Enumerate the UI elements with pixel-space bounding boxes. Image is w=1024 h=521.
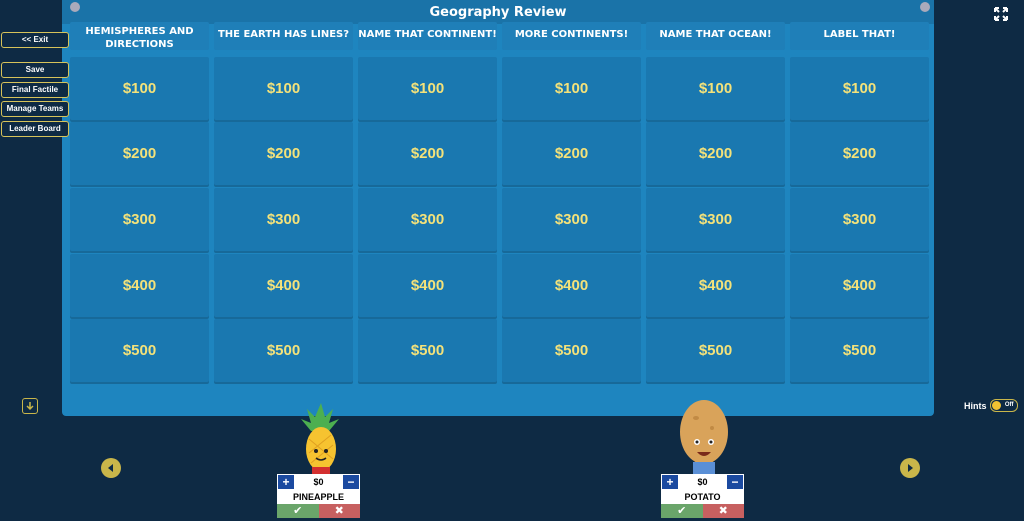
team-score: $0 (678, 475, 727, 489)
correct-check-icon[interactable]: ✔ (277, 504, 319, 518)
potato-avatar (676, 400, 732, 476)
incorrect-x-icon[interactable]: ✖ (318, 504, 360, 518)
scroll-down-icon[interactable] (22, 398, 38, 414)
question-tile[interactable]: $200 (646, 122, 785, 185)
question-tile[interactable]: $300 (214, 188, 353, 251)
correct-check-icon[interactable]: ✔ (661, 504, 703, 518)
add-points-button[interactable]: + (662, 475, 678, 489)
question-tile[interactable]: $300 (790, 188, 929, 251)
hints-toggle[interactable]: Off (989, 399, 1018, 412)
question-tile[interactable]: $500 (502, 319, 641, 382)
question-tile[interactable]: $200 (502, 122, 641, 185)
question-tile[interactable]: $400 (646, 254, 785, 317)
question-tile[interactable]: $400 (358, 254, 497, 317)
category-header: MORE CONTINENTS! (502, 22, 641, 50)
category-header: HEMISPHERES AND DIRECTIONS (70, 22, 209, 50)
question-tile[interactable]: $300 (70, 188, 209, 251)
question-tile[interactable]: $200 (214, 122, 353, 185)
category-header: NAME THAT CONTINENT! (358, 22, 497, 50)
incorrect-x-icon[interactable]: ✖ (702, 504, 744, 518)
question-tile[interactable]: $500 (70, 319, 209, 382)
add-points-button[interactable]: + (278, 475, 294, 489)
pin-icon (920, 2, 930, 12)
leader-board-button[interactable]: Leader Board (1, 121, 69, 137)
subtract-points-button[interactable]: − (727, 475, 743, 489)
game-title: Geography Review (62, 0, 934, 24)
question-tile[interactable]: $400 (502, 254, 641, 317)
hints-state: Off (1004, 402, 1014, 408)
manage-teams-button[interactable]: Manage Teams (1, 101, 69, 117)
fullscreen-icon[interactable] (994, 7, 1008, 21)
save-button[interactable]: Save (1, 62, 69, 78)
team-name: PINEAPPLE (277, 490, 360, 504)
arrow-right-icon (908, 464, 913, 472)
question-tile[interactable]: $200 (790, 122, 929, 185)
question-tile[interactable]: $100 (70, 57, 209, 120)
question-tile[interactable]: $100 (358, 57, 497, 120)
question-tile[interactable]: $300 (646, 188, 785, 251)
question-tile[interactable]: $500 (358, 319, 497, 382)
team-card-pineapple: + $0 − PINEAPPLE ✔ ✖ (277, 474, 360, 518)
question-tile[interactable]: $100 (214, 57, 353, 120)
exit-button[interactable]: << Exit (1, 32, 69, 48)
team-name: POTATO (661, 490, 744, 504)
next-team-button[interactable] (900, 458, 920, 478)
arrow-left-icon (108, 464, 113, 472)
hints-label: Hints (964, 400, 987, 411)
toggle-knob (991, 401, 1001, 410)
subtract-points-button[interactable]: − (343, 475, 359, 489)
question-tile[interactable]: $400 (790, 254, 929, 317)
prev-team-button[interactable] (101, 458, 121, 478)
question-tile[interactable]: $500 (214, 319, 353, 382)
question-tile[interactable]: $400 (214, 254, 353, 317)
question-tile[interactable]: $100 (790, 57, 929, 120)
category-header: THE EARTH HAS LINES? (214, 22, 353, 50)
question-tile[interactable]: $200 (70, 122, 209, 185)
category-header: LABEL THAT! (790, 22, 929, 50)
pineapple-avatar (297, 403, 345, 475)
team-card-potato: + $0 − POTATO ✔ ✖ (661, 474, 744, 518)
pin-icon (70, 2, 80, 12)
category-header: NAME THAT OCEAN! (646, 22, 785, 50)
question-tile[interactable]: $300 (502, 188, 641, 251)
hints-control: Hints Off (964, 399, 1018, 412)
final-factile-button[interactable]: Final Factile (1, 82, 69, 98)
question-tile[interactable]: $300 (358, 188, 497, 251)
question-tile[interactable]: $100 (646, 57, 785, 120)
team-score: $0 (294, 475, 343, 489)
question-tile[interactable]: $200 (358, 122, 497, 185)
question-tile[interactable]: $100 (502, 57, 641, 120)
question-tile[interactable]: $400 (70, 254, 209, 317)
question-tile[interactable]: $500 (646, 319, 785, 382)
question-tile[interactable]: $500 (790, 319, 929, 382)
